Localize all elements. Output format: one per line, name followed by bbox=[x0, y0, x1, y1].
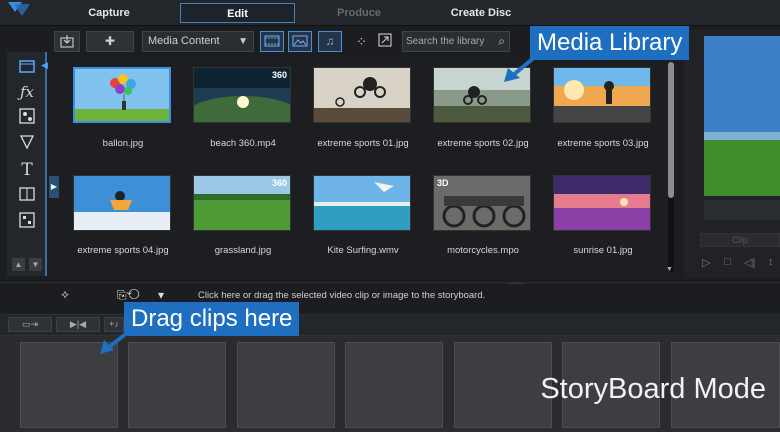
media-filter-value: Media Content bbox=[148, 35, 220, 47]
search-placeholder: Search the library bbox=[406, 36, 485, 47]
chevron-down-icon[interactable]: ▾ bbox=[158, 288, 164, 302]
media-thumb-extreme-sports-04[interactable] bbox=[73, 175, 171, 231]
storyboard-hint-text[interactable]: Click here or drag the selected video cl… bbox=[198, 290, 485, 301]
magic-tools-icon[interactable]: ✧ bbox=[60, 288, 70, 302]
storyboard-mode-label: StoryBoard Mode bbox=[540, 373, 766, 405]
tab-create-disc[interactable]: Create Disc bbox=[445, 3, 517, 23]
media-thumb-grassland[interactable]: 360 bbox=[193, 175, 291, 231]
library-scrollbar-thumb[interactable] bbox=[668, 62, 674, 198]
audio-mixing-icon[interactable] bbox=[17, 212, 37, 232]
media-thumb-sunrise-01[interactable] bbox=[553, 175, 651, 231]
previous-frame-icon[interactable]: ◁| bbox=[744, 256, 755, 269]
rail-up-arrow-icon[interactable]: ▲ bbox=[12, 258, 25, 271]
thumb-badge: 360 bbox=[271, 70, 287, 80]
media-thumb-extreme-sports-03[interactable] bbox=[553, 67, 651, 123]
rail-down-arrow-icon[interactable]: ▼ bbox=[29, 258, 42, 271]
storyboard-tools-icon[interactable]: ⎘⟲ bbox=[117, 288, 139, 303]
scroll-down-arrow-icon[interactable]: ▼ bbox=[666, 266, 673, 273]
next-frame-icon[interactable]: ↕ bbox=[768, 256, 774, 268]
media-label: extreme sports 04.jpg bbox=[77, 245, 169, 256]
chevron-down-icon: ▼ bbox=[238, 36, 248, 47]
particle-room-icon[interactable] bbox=[17, 134, 37, 154]
audio-filter-button[interactable]: ♫ bbox=[318, 31, 342, 52]
tab-capture[interactable]: Capture bbox=[78, 3, 140, 23]
search-icon[interactable]: ⌕ bbox=[498, 32, 505, 51]
media-filter-dropdown[interactable]: Media Content ▼ bbox=[142, 31, 254, 52]
media-thumb-kite-surfing[interactable] bbox=[313, 175, 411, 231]
media-label: ballon.jpg bbox=[102, 138, 144, 149]
media-label: beach 360.mp4 bbox=[210, 138, 276, 149]
plugins-button[interactable]: ✚ bbox=[86, 31, 134, 52]
rail-expand-icon[interactable]: ◀ bbox=[41, 60, 48, 71]
room-icon-rail: ƒx T ▲ ▼ bbox=[7, 52, 47, 276]
media-thumb-ballon[interactable] bbox=[73, 67, 171, 123]
timeline-view-button[interactable]: ▭⇥ bbox=[8, 317, 52, 332]
top-tab-bar: Capture Edit Produce Create Disc bbox=[0, 0, 780, 26]
media-room-icon[interactable] bbox=[17, 58, 37, 78]
callout-arrow-icon bbox=[100, 330, 130, 354]
collapse-panel-arrow-icon[interactable]: ▶ bbox=[49, 176, 59, 198]
media-thumb-extreme-sports-01[interactable] bbox=[313, 67, 411, 123]
storyboard-slot[interactable] bbox=[128, 342, 226, 428]
preview-timeline[interactable] bbox=[704, 200, 780, 220]
media-label: motorcycles.mpo bbox=[447, 245, 519, 256]
play-icon[interactable]: ▷ bbox=[702, 256, 710, 269]
pip-objects-icon[interactable] bbox=[17, 108, 37, 128]
title-room-icon[interactable]: T bbox=[17, 160, 37, 180]
media-label: Kite Surfing.wmv bbox=[327, 245, 399, 256]
storyboard-slot[interactable] bbox=[454, 342, 552, 428]
media-thumb-motorcycles[interactable]: 3D bbox=[433, 175, 531, 231]
thumb-badge: 360 bbox=[271, 178, 287, 188]
fx-room-icon[interactable]: ƒx bbox=[17, 82, 37, 102]
import-media-button[interactable] bbox=[54, 31, 80, 52]
tab-produce[interactable]: Produce bbox=[330, 3, 388, 23]
tab-edit[interactable]: Edit bbox=[180, 3, 295, 23]
clip-button[interactable]: Clip bbox=[700, 233, 780, 247]
thumb-badge: 3D bbox=[437, 178, 449, 188]
storyboard-slot[interactable] bbox=[345, 342, 443, 428]
media-label: extreme sports 02.jpg bbox=[437, 138, 529, 149]
thumbnail-view-icon[interactable]: ⁘ bbox=[356, 34, 367, 50]
media-label: extreme sports 01.jpg bbox=[317, 138, 409, 149]
library-search-input[interactable]: Search the library ⌕ bbox=[402, 31, 510, 52]
storyboard-slot[interactable] bbox=[237, 342, 335, 428]
storyboard-view-button[interactable]: ▶|◀ bbox=[56, 317, 100, 332]
drag-clips-callout: Drag clips here bbox=[124, 302, 300, 336]
media-label: sunrise 01.jpg bbox=[573, 245, 633, 256]
stop-icon[interactable]: □ bbox=[724, 256, 731, 268]
media-thumb-beach-360[interactable]: 360 bbox=[193, 67, 291, 123]
callout-arrow-icon bbox=[504, 54, 538, 82]
transition-room-icon[interactable] bbox=[17, 186, 37, 206]
preview-screen bbox=[704, 36, 780, 196]
media-label: grassland.jpg bbox=[214, 245, 272, 256]
splitter-handle-icon[interactable]: ⋯⋯ bbox=[508, 279, 524, 288]
video-filter-button[interactable] bbox=[260, 31, 284, 52]
app-logo-icon bbox=[8, 2, 30, 16]
expand-library-icon[interactable] bbox=[378, 33, 392, 52]
media-library-callout: Media Library bbox=[530, 26, 690, 60]
media-label: extreme sports 03.jpg bbox=[557, 138, 649, 149]
image-filter-button[interactable] bbox=[288, 31, 312, 52]
